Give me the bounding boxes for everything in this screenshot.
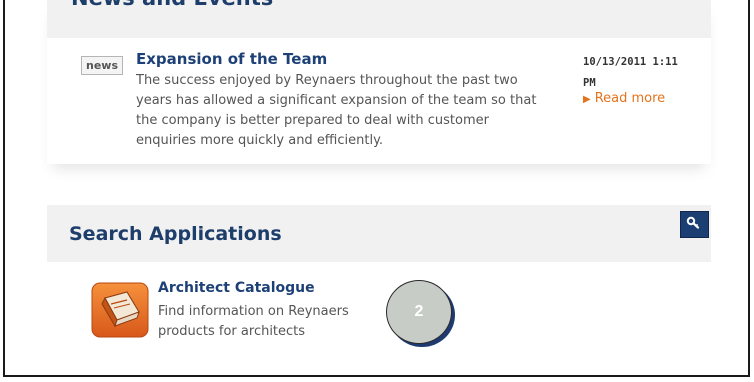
search-section-title: Search Applications — [69, 223, 282, 245]
search-button[interactable] — [680, 211, 709, 238]
step-number-callout: 2 — [386, 280, 452, 344]
news-item: news Expansion of the Team The success e… — [47, 38, 711, 164]
applications-list: Architect Catalogue Find information on … — [47, 262, 711, 367]
news-item-body: The success enjoyed by Reynaers througho… — [136, 73, 537, 148]
search-applications-panel: Search Applications Architect Catalogue … — [47, 205, 711, 367]
news-date-line1: 10/13/2011 1:11 — [583, 56, 678, 68]
news-item-date: 10/13/2011 1:11 PM — [583, 52, 703, 94]
catalogue-book-icon[interactable] — [91, 282, 149, 338]
screenshot-frame: News and Events news Expansion of the Te… — [3, 0, 750, 377]
architect-catalogue-link[interactable]: Architect Catalogue — [158, 280, 315, 296]
search-key-icon — [686, 216, 700, 229]
read-more-link[interactable]: ▶ Read more — [583, 91, 665, 106]
architect-catalogue-description: Find information on Reynaers products fo… — [158, 304, 349, 339]
play-arrow-icon: ▶ — [583, 94, 591, 105]
news-item-title-link[interactable]: Expansion of the Team — [136, 50, 327, 68]
news-badge: news — [81, 56, 124, 75]
news-section-title: News and Events — [71, 0, 273, 10]
read-more-label: Read more — [594, 91, 666, 106]
news-events-panel: News and Events news Expansion of the Te… — [47, 0, 711, 164]
